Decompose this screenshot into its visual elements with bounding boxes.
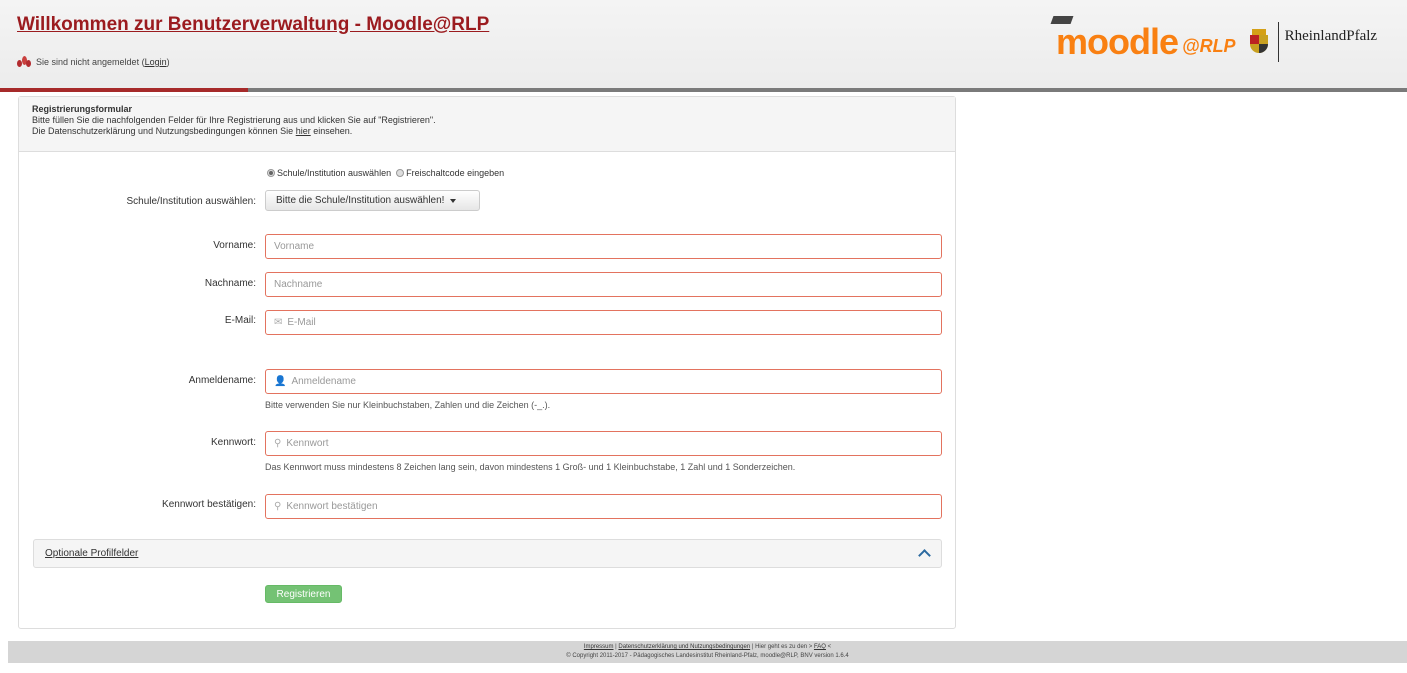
firstname-input[interactable]: Vorname [265,234,942,259]
page-footer: Impressum | Datenschutzerklärung und Nut… [8,641,1407,663]
panel-heading: Registrierungsformular Bitte füllen Sie … [19,97,955,152]
firstname-label: Vorname: [213,240,256,251]
form-intro-line1: Bitte füllen Sie die nachfolgenden Felde… [32,115,436,125]
envelope-icon: ✉ [274,317,283,328]
username-input[interactable]: 👤 Anmeldename [265,369,942,394]
privacy-link[interactable]: hier [296,126,311,136]
username-placeholder: Anmeldename [291,376,356,387]
page-title-link[interactable]: Willkommen zur Benutzerverwaltung - Mood… [17,14,489,36]
form-intro-line2: Die Datenschutzerklärung und Nutzungsbed… [32,126,353,136]
registration-mode-radios: Schule/Institution auswählen Freischaltc… [267,168,504,178]
faq-link[interactable]: FAQ [814,644,826,650]
email-input[interactable]: ✉ E-Mail [265,310,942,335]
password-placeholder: Kennwort [286,438,329,449]
logo-divider [1277,22,1279,62]
footer-privacy-link[interactable]: Datenschutzerklärung und Nutzungsbedingu… [618,644,750,650]
header-accent-bar [0,88,248,92]
user-icon: 👤 [274,376,287,387]
key-icon: ⚲ [274,438,282,449]
lastname-label: Nachname: [204,278,256,289]
username-label: Anmeldename: [188,375,256,386]
confirm-label: Kennwort bestätigen: [162,499,256,510]
optional-fields-accordion[interactable]: Optionale Profilfelder [33,539,942,568]
graduation-cap-icon [1050,16,1074,24]
optional-fields-link[interactable]: Optionale Profilfelder [45,548,138,559]
footer-links: Impressum | Datenschutzerklärung und Nut… [583,644,832,650]
lastname-placeholder: Nachname [274,279,323,290]
login-link[interactable]: Login [145,57,167,67]
copyright: © Copyright 2011-2017 - Pädagogisches La… [566,653,849,659]
users-icon [17,56,31,68]
state-name: RheinlandPfalz [1284,28,1378,44]
lastname-input[interactable]: Nachname [265,272,942,297]
coat-of-arms-icon [1248,29,1270,55]
username-help: Bitte verwenden Sie nur Kleinbuchstaben,… [265,400,551,410]
moodle-rlp-logo: moodle @RLP RheinlandPfalz [1050,16,1378,62]
registration-panel: Registrierungsformular Bitte füllen Sie … [18,96,956,629]
register-button[interactable]: Registrieren [265,585,342,603]
password-label: Kennwort: [210,437,256,448]
caret-down-icon [450,198,457,203]
email-label: E-Mail: [224,315,256,326]
impressum-link[interactable]: Impressum [584,644,614,650]
school-label: Schule/Institution auswählen: [126,196,256,207]
confirm-password-input[interactable]: ⚲ Kennwort bestätigen [265,494,942,519]
form-heading: Registrierungsformular [32,104,133,114]
password-help: Das Kennwort muss mindestens 8 Zeichen l… [265,462,796,472]
email-placeholder: E-Mail [287,317,316,328]
login-status: Sie sind nicht angemeldet (Login) [17,56,170,68]
radio-school[interactable] [267,169,275,177]
school-select[interactable]: Bitte die Schule/Institution auswählen! [265,190,480,211]
login-status-text: Sie sind nicht angemeldet (Login) [36,57,170,67]
radio-code-label: Freischaltcode eingeben [406,168,505,178]
page-header: Willkommen zur Benutzerverwaltung - Mood… [0,0,1407,88]
firstname-placeholder: Vorname [274,241,315,252]
header-divider-bar [248,88,1407,92]
school-select-value: Bitte die Schule/Institution auswählen! [276,195,445,206]
password-input[interactable]: ⚲ Kennwort [265,431,942,456]
radio-school-label: Schule/Institution auswählen [277,168,392,178]
key-icon: ⚲ [274,501,282,512]
confirm-placeholder: Kennwort bestätigen [286,501,378,512]
chevron-up-icon[interactable] [918,549,931,562]
moodle-logo: moodle [1050,16,1179,62]
rlp-logo-suffix: @RLP [1182,35,1236,56]
radio-code[interactable] [396,169,405,177]
